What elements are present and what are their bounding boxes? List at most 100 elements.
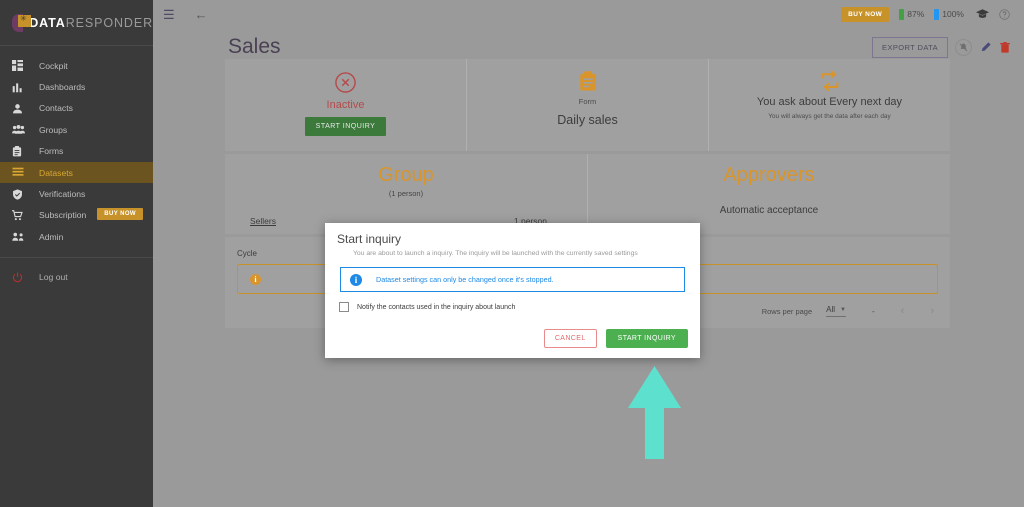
logo-icon bbox=[12, 13, 31, 33]
approvers-title: Approvers bbox=[723, 164, 815, 186]
sidebar-item-dashboards[interactable]: Dashboards bbox=[0, 76, 153, 97]
start-inquiry-button[interactable]: START INQUIRY bbox=[304, 117, 387, 136]
confirm-start-inquiry-button[interactable]: START INQUIRY bbox=[605, 329, 688, 348]
help-circle-icon[interactable] bbox=[999, 8, 1010, 20]
sidebar-item-cockpit[interactable]: Cockpit bbox=[0, 55, 153, 76]
repeat-icon bbox=[819, 71, 841, 91]
list-lines-icon bbox=[12, 167, 32, 178]
up-arrow-icon bbox=[628, 366, 681, 459]
status-card: Inactive START INQUIRY bbox=[225, 59, 467, 151]
sidebar-item-label: Admin bbox=[39, 231, 64, 242]
chevron-left-icon[interactable]: ‹ bbox=[901, 305, 905, 317]
export-data-button[interactable]: EXPORT DATA bbox=[872, 36, 948, 58]
start-inquiry-dialog: Start inquiry You are about to launch a … bbox=[325, 223, 700, 358]
sidebar-item-contacts[interactable]: Contacts bbox=[0, 98, 153, 119]
clipboard-icon bbox=[12, 145, 32, 157]
rows-per-page-value: All bbox=[826, 305, 836, 314]
sidebar-item-label: Subscription bbox=[39, 210, 87, 221]
admin-people-icon bbox=[12, 231, 32, 242]
cycle-card-title: You ask about Every next day bbox=[756, 96, 903, 108]
sidebar-item-groups[interactable]: Groups bbox=[0, 119, 153, 140]
approvers-subtitle: Automatic acceptance bbox=[719, 205, 819, 216]
pagination-range: - bbox=[871, 306, 875, 316]
dialog-actions: CANCEL START INQUIRY bbox=[543, 329, 688, 348]
battery-green-icon bbox=[899, 8, 905, 20]
sidebar-item-label: Groups bbox=[39, 124, 68, 135]
sidebar-nav: Cockpit Dashboards Contacts Groups Forms… bbox=[0, 46, 153, 288]
rows-per-page-label: Rows per page bbox=[761, 306, 813, 316]
sidebar-item-label: Verifications bbox=[39, 189, 86, 200]
sidebar-item-verifications[interactable]: Verifications bbox=[0, 183, 153, 204]
approvers-column: Approvers Automatic acceptance bbox=[588, 154, 950, 234]
topbar: ☰ ← BUY NOW 87% 100% bbox=[153, 0, 1024, 28]
info-icon: i bbox=[350, 273, 362, 286]
arrow-left-icon[interactable]: ← bbox=[195, 8, 208, 21]
dashboard-grid-icon bbox=[12, 60, 32, 72]
form-card-name: Daily sales bbox=[557, 113, 618, 127]
cart-icon bbox=[12, 210, 32, 221]
form-card-sublabel: Form bbox=[578, 97, 597, 106]
battery-green-value: 87% bbox=[907, 9, 925, 19]
notify-contacts-checkbox[interactable] bbox=[339, 302, 349, 312]
rows-per-page-select[interactable]: All ▼ bbox=[826, 305, 846, 317]
trash-icon[interactable] bbox=[1000, 41, 1010, 53]
clipboard-icon bbox=[579, 71, 597, 92]
cycle-card-note: You will always get the data after each … bbox=[768, 113, 891, 120]
cycle-card: You ask about Every next day You will al… bbox=[709, 59, 950, 151]
info-icon: i bbox=[250, 273, 261, 285]
person-icon bbox=[12, 103, 32, 114]
sidebar-item-datasets[interactable]: Datasets bbox=[0, 161, 153, 184]
cancel-button[interactable]: CANCEL bbox=[543, 329, 597, 348]
app-root: DATARESPONDER Cockpit Dashboards bbox=[0, 0, 1024, 507]
battery-green-status: 87% bbox=[899, 8, 925, 20]
shield-check-icon bbox=[12, 188, 32, 200]
brand-bold: DATA bbox=[29, 15, 66, 30]
sidebar-item-subscription[interactable]: Subscription BUY NOW bbox=[0, 205, 153, 226]
sidebar-item-label: Cockpit bbox=[39, 60, 68, 71]
chevron-down-icon: ▼ bbox=[840, 306, 846, 313]
brand-logo[interactable]: DATARESPONDER bbox=[0, 0, 153, 46]
status-label: Inactive bbox=[326, 99, 365, 111]
hamburger-icon[interactable]: ☰ bbox=[163, 8, 175, 21]
form-card: Form Daily sales bbox=[467, 59, 709, 151]
sidebar-item-label: Datasets bbox=[39, 167, 73, 178]
bar-chart-icon bbox=[12, 82, 32, 93]
group-member-name[interactable]: Sellers bbox=[250, 216, 276, 226]
brand-text: DATARESPONDER bbox=[29, 16, 153, 30]
buy-now-button[interactable]: BUY NOW bbox=[841, 6, 890, 22]
sidebar-item-label: Forms bbox=[39, 146, 64, 157]
battery-blue-status: 100% bbox=[934, 8, 964, 20]
power-icon bbox=[12, 272, 32, 283]
people-group-icon bbox=[12, 124, 32, 135]
sidebar-item-forms[interactable]: Forms bbox=[0, 141, 153, 162]
graduation-cap-icon[interactable] bbox=[976, 9, 989, 19]
pencil-icon[interactable] bbox=[980, 41, 991, 53]
group-subtitle: (1 person) bbox=[388, 189, 424, 198]
circle-x-icon bbox=[334, 71, 357, 94]
page-title: Sales bbox=[228, 35, 281, 58]
up-arrow-annotation bbox=[628, 366, 681, 459]
sidebar-item-admin[interactable]: Admin bbox=[0, 226, 153, 247]
group-title: Group bbox=[378, 164, 434, 186]
subscription-buy-now-badge[interactable]: BUY NOW bbox=[97, 207, 143, 220]
group-column: Group (1 person) Sellers 1 person bbox=[225, 154, 588, 234]
bell-off-icon[interactable] bbox=[955, 38, 972, 56]
brand-light: RESPONDER bbox=[65, 15, 153, 30]
dialog-title: Start inquiry bbox=[337, 232, 402, 246]
sidebar-divider bbox=[0, 256, 153, 258]
group-member-row: Sellers 1 person bbox=[225, 198, 587, 226]
dialog-info-text: Dataset settings can only be changed onc… bbox=[376, 275, 554, 284]
battery-blue-value: 100% bbox=[942, 9, 964, 19]
sidebar-item-logout[interactable]: Log out bbox=[0, 267, 153, 288]
sidebar: DATARESPONDER Cockpit Dashboards bbox=[0, 0, 153, 507]
dialog-description: You are about to launch a inquiry. The i… bbox=[353, 250, 638, 257]
chevron-right-icon[interactable]: › bbox=[930, 305, 934, 317]
sidebar-item-label: Log out bbox=[39, 272, 68, 283]
sidebar-item-label: Contacts bbox=[39, 103, 73, 114]
battery-blue-icon bbox=[934, 8, 940, 20]
summary-cards-row: Inactive START INQUIRY Form Daily sales … bbox=[225, 59, 950, 151]
dialog-info-banner: i Dataset settings can only be changed o… bbox=[340, 267, 685, 292]
group-approvers-row: Group (1 person) Sellers 1 person Approv… bbox=[225, 154, 950, 234]
notify-contacts-label: Notify the contacts used in the inquiry … bbox=[357, 303, 516, 311]
notify-contacts-row: Notify the contacts used in the inquiry … bbox=[325, 292, 700, 312]
